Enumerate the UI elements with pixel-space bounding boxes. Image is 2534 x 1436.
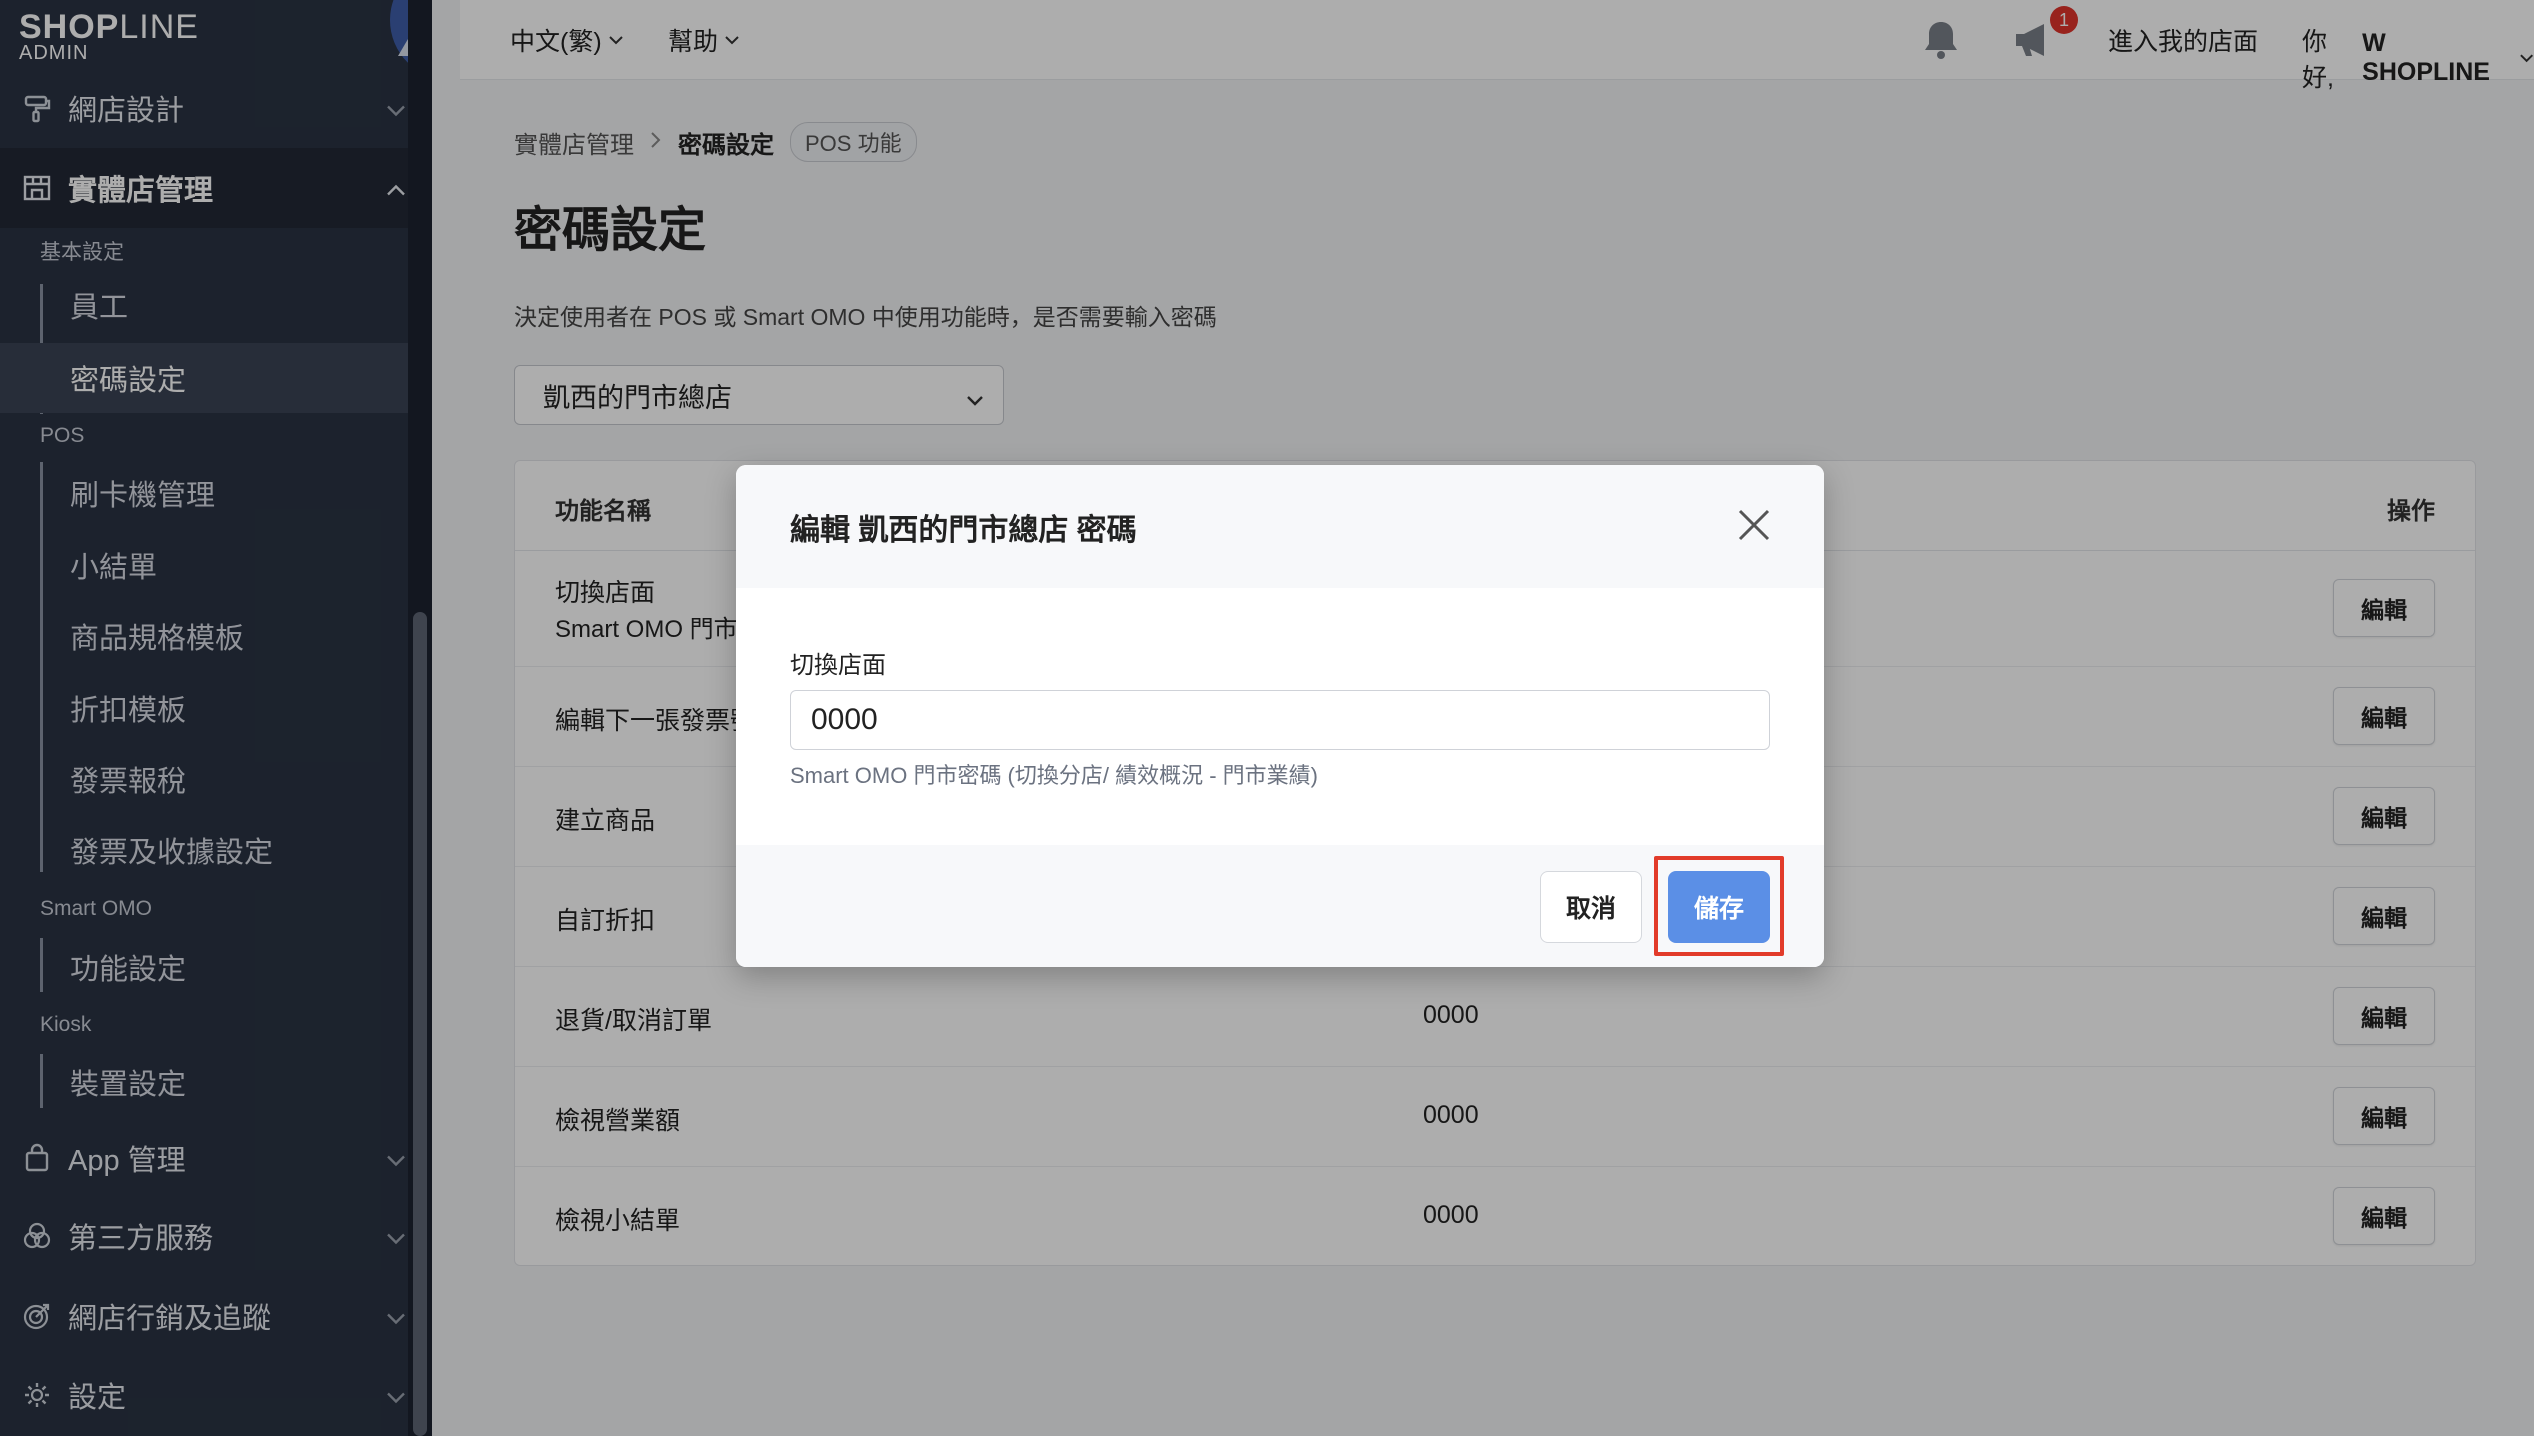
field-hint: Smart OMO 門市密碼 (切換分店/ 績效概況 - 門市業績) <box>790 763 1318 788</box>
close-icon[interactable] <box>1736 507 1772 543</box>
save-button[interactable]: 儲存 <box>1668 871 1770 943</box>
field-label: 切換店面 <box>790 652 886 679</box>
modal-footer <box>736 845 1824 967</box>
cancel-button[interactable]: 取消 <box>1540 871 1642 943</box>
password-input[interactable] <box>790 690 1770 750</box>
modal-title: 編輯 凱西的門市總店 密碼 <box>790 514 1137 547</box>
edit-password-modal: 編輯 凱西的門市總店 密碼 切換店面 Smart OMO 門市密碼 (切換分店/… <box>736 465 1824 967</box>
